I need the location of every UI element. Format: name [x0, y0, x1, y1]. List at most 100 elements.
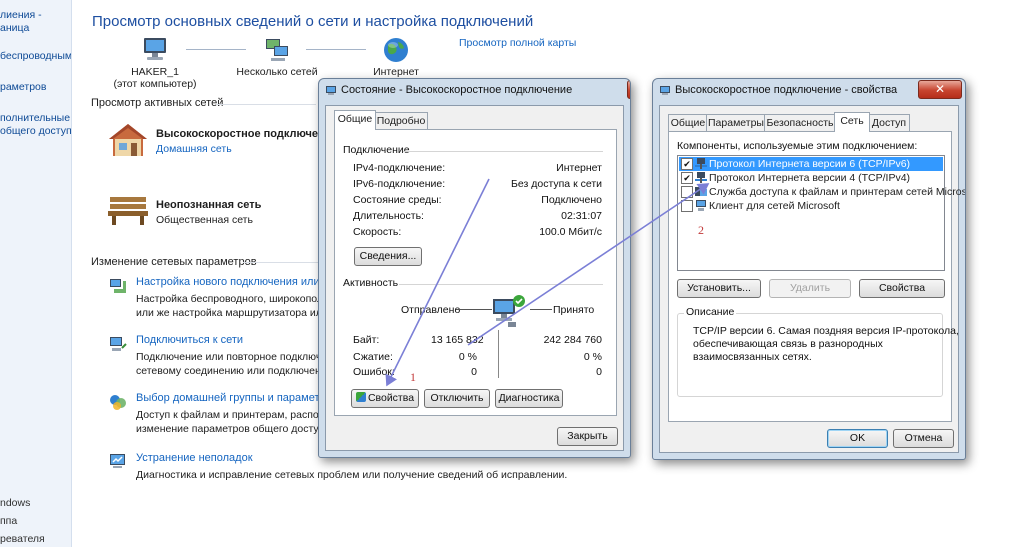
component-row[interactable]: Клиент для сетей Microsoft [679, 199, 943, 213]
map-link-line [186, 49, 246, 50]
bytes-label: Байт: [353, 334, 380, 346]
component-label: Протокол Интернета версии 6 (TCP/IPv6) [709, 158, 911, 170]
checkbox-unchecked-icon[interactable] [681, 186, 693, 198]
close-icon[interactable]: ✕ [918, 80, 962, 99]
close-icon[interactable]: ✕ [627, 80, 630, 99]
nav-item-5[interactable]: общего доступа [0, 125, 71, 137]
section-divider-2 [243, 262, 318, 263]
tab-network[interactable]: Сеть [834, 112, 870, 132]
step-2-annotation: 2 [698, 223, 704, 237]
bytes-sent: 13 165 832 [431, 334, 484, 346]
speed-value: 100.0 Мбит/с [539, 226, 602, 238]
bytes-received: 242 284 760 [543, 334, 602, 346]
errors-label: Ошибок: [353, 366, 395, 378]
group-divider [403, 151, 603, 152]
compression-received: 0 % [583, 351, 602, 363]
component-label: Протокол Интернета версии 4 (TCP/IPv4) [709, 172, 911, 184]
see-also-group[interactable]: ппа [0, 515, 17, 527]
nav-item-2[interactable]: беспроводными [0, 50, 71, 62]
task-desc-3a: Доступ к файлам и принтерам, располо [136, 409, 331, 421]
task-new-connection-link[interactable]: Настройка нового подключения или се [136, 276, 334, 288]
description-line-3: взаимосвязанных сетях. [693, 351, 812, 363]
status-dialog: Состояние - Высокоскоростное подключение… [318, 78, 631, 458]
components-list[interactable]: ✔ Протокол Интернета версии 6 (TCP/IPv6)… [677, 155, 965, 271]
view-full-map-link[interactable]: Просмотр полной карты [459, 37, 576, 49]
properties-dialog-title: Высокоскоростное подключение - свойства [675, 84, 898, 96]
connect-network-icon [108, 334, 128, 354]
ipv6-label: IPv6-подключение: [353, 178, 446, 190]
nav-item-0[interactable]: лиения - [0, 9, 42, 21]
disable-button[interactable]: Отключить [424, 389, 490, 408]
description-header: Описание [684, 306, 737, 318]
homegroup-icon [108, 392, 128, 412]
network-title-icon [660, 86, 670, 95]
see-also-windows[interactable]: ndows [0, 497, 30, 509]
change-settings-header: Изменение сетевых параметров [91, 256, 257, 268]
section-divider [216, 104, 316, 105]
status-dialog-body: Общие Подробно Подключение IPv4-подключе… [325, 105, 624, 451]
globe-icon [382, 36, 410, 64]
task-homegroup-link[interactable]: Выбор домашней группы и параметров [136, 392, 338, 404]
multiple-networks-icon [263, 36, 291, 64]
task-connect-link[interactable]: Подключиться к сети [136, 334, 243, 346]
left-navigation-pane: лиения - аница беспроводными раметров по… [0, 0, 72, 547]
ipv4-label: IPv4-подключение: [353, 162, 446, 174]
nav-item-3[interactable]: раметров [0, 81, 46, 93]
stats-divider [498, 330, 499, 378]
network-activity-icon [491, 293, 529, 331]
compression-label: Сжатие: [353, 351, 393, 363]
details-button[interactable]: Сведения... [354, 247, 422, 266]
step-1-annotation: 1 [410, 370, 416, 384]
protocol-icon [695, 158, 707, 169]
network-type-link-1[interactable]: Домашняя сеть [156, 143, 232, 155]
nav-item-1[interactable]: аница [0, 22, 29, 34]
properties-dialog: Высокоскоростное подключение - свойства … [652, 78, 966, 460]
task-desc-3b: изменение параметров общего доступа [136, 423, 331, 435]
diagnose-button[interactable]: Диагностика [495, 389, 563, 408]
checkbox-unchecked-icon[interactable] [681, 200, 693, 212]
internet-label: Интернет [373, 66, 419, 78]
properties-button[interactable]: Свойства [351, 389, 419, 408]
ipv4-value: Интернет [556, 162, 602, 174]
map-link-line-2 [306, 49, 366, 50]
tab-sharing[interactable]: Доступ [868, 114, 910, 132]
task-desc-1b: или же настройка маршрутизатора или [136, 307, 328, 319]
checkbox-checked-icon[interactable]: ✔ [681, 172, 693, 184]
home-network-icon [107, 122, 149, 158]
see-also-browser[interactable]: ревателя [0, 533, 45, 545]
network-tab-panel: Компоненты, используемые этим подключени… [668, 131, 965, 422]
task-desc-2a: Подключение или повторное подключ [136, 351, 322, 363]
page-title: Просмотр основных сведений о сети и наст… [92, 13, 534, 30]
status-dialog-title: Состояние - Высокоскоростное подключение [341, 84, 573, 96]
network-title-icon [326, 86, 336, 95]
media-state-value: Подключено [541, 194, 602, 206]
cancel-button[interactable]: Отмена [893, 429, 954, 448]
task-troubleshoot-link[interactable]: Устранение неполадок [136, 452, 253, 464]
tab-security[interactable]: Безопасность [764, 114, 836, 132]
component-row[interactable]: ✔ Протокол Интернета версии 6 (TCP/IPv6) [679, 157, 943, 171]
ok-button[interactable]: OK [827, 429, 888, 448]
tab-details[interactable]: Подробно [374, 112, 428, 130]
close-button[interactable]: Закрыть [557, 427, 618, 446]
computer-subtitle: (этот компьютер) [113, 78, 197, 90]
tab-options[interactable]: Параметры [706, 114, 766, 132]
checkbox-checked-icon[interactable]: ✔ [681, 158, 693, 170]
tab-general[interactable]: Общие [668, 114, 708, 132]
remove-button[interactable]: Удалить [769, 279, 851, 298]
properties-dialog-body: Общие Параметры Безопасность Сеть Доступ… [659, 105, 965, 453]
networks-label: Несколько сетей [236, 66, 318, 78]
shield-icon [355, 392, 366, 402]
network-type-2: Общественная сеть [156, 214, 253, 226]
component-properties-button[interactable]: Свойства [859, 279, 945, 298]
component-label: Служба доступа к файлам и принтерам сете… [709, 186, 966, 198]
component-row[interactable]: Служба доступа к файлам и принтерам сете… [679, 185, 965, 199]
task-desc-2b: сетевому соединению или подключен [136, 365, 321, 377]
nav-item-4[interactable]: полнительные [0, 112, 70, 124]
activity-group-header: Активность [343, 277, 399, 289]
component-row[interactable]: ✔ Протокол Интернета версии 4 (TCP/IPv4) [679, 171, 943, 185]
network-name-1: Высокоскоростное подключение [156, 128, 338, 140]
install-button[interactable]: Установить... [677, 279, 761, 298]
tab-general[interactable]: Общие [334, 110, 376, 130]
received-line [530, 309, 552, 310]
sent-label: Отправлено [401, 304, 461, 316]
